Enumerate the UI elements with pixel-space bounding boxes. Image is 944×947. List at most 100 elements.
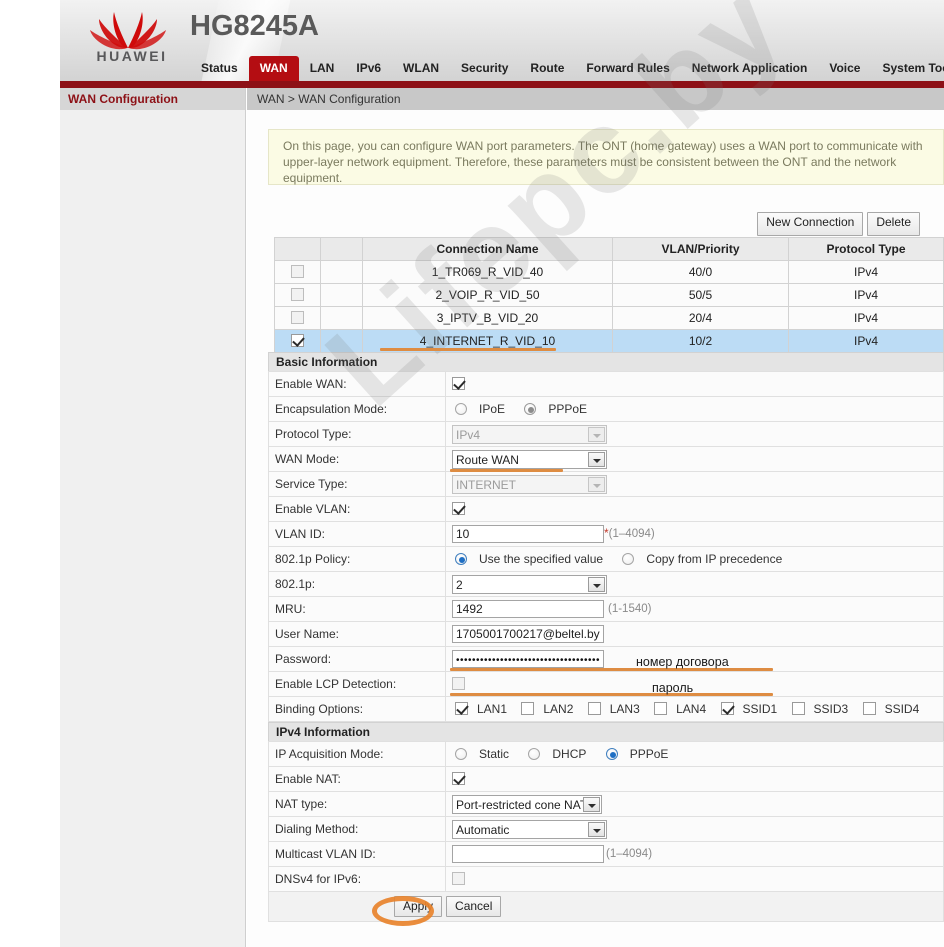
value-vlan-id[interactable]: 10 *(1–4094) — [445, 521, 944, 547]
encapsulation-pppoe-option[interactable]: PPPoE — [521, 402, 596, 416]
lan4-checkbox[interactable] — [654, 702, 668, 715]
cancel-button[interactable]: Cancel — [446, 896, 502, 917]
row-vlan-priority: 50/5 — [612, 283, 789, 307]
binding-option-ssid1[interactable]: SSID1 — [718, 702, 784, 716]
nav-item-forward-rules[interactable]: Forward Rules — [575, 56, 680, 81]
nav-item-security[interactable]: Security — [450, 56, 519, 81]
binding-option-lan4[interactable]: LAN4 — [651, 702, 712, 716]
table-row-selected[interactable]: 4_INTERNET_R_VID_10 10/2 IPv4 — [274, 329, 944, 353]
binding-option-lan1[interactable]: LAN1 — [452, 702, 513, 716]
table-row[interactable]: 2_VOIP_R_VID_50 50/5 IPv4 — [274, 283, 944, 307]
lan1-checkbox[interactable] — [455, 702, 468, 715]
binding-option-ssid3[interactable]: SSID3 — [789, 702, 855, 716]
password-input[interactable]: •••••••••••••••••••••••••••••••••••• — [452, 650, 604, 668]
wan-mode-select[interactable]: Route WAN — [452, 449, 607, 469]
value-enable-nat[interactable] — [445, 766, 944, 792]
table-row[interactable]: 3_IPTV_B_VID_20 20/4 IPv4 — [274, 306, 944, 330]
value-8021p-policy[interactable]: Use the specified value Copy from IP pre… — [445, 546, 944, 572]
binding-option-lan3[interactable]: LAN3 — [585, 702, 646, 716]
sidebar-item-wan-configuration[interactable]: WAN Configuration — [60, 88, 245, 110]
ipoe-radio[interactable] — [455, 403, 467, 415]
connection-table: Connection Name VLAN/Priority Protocol T… — [274, 237, 944, 353]
binding-option-lan2[interactable]: LAN2 — [518, 702, 579, 716]
pppoe-acq-radio[interactable] — [605, 748, 618, 760]
nav-item-status[interactable]: Status — [190, 56, 249, 81]
acquisition-pppoe-option[interactable]: PPPoE — [603, 747, 678, 761]
policy-copy-radio[interactable] — [622, 553, 635, 565]
policy-specified-option[interactable]: Use the specified value — [452, 552, 612, 566]
nat-type-select[interactable]: Port-restricted cone NAT — [452, 794, 602, 814]
value-mru[interactable]: 1492 (1-1540) — [445, 596, 944, 622]
ssid4-checkbox[interactable] — [862, 702, 876, 715]
row-vlan-priority: 40/0 — [612, 260, 789, 284]
encapsulation-ipoe-option[interactable]: IPoE — [452, 402, 514, 416]
binding-option-ssid4[interactable]: SSID4 — [860, 702, 926, 716]
value-enable-wan[interactable] — [445, 371, 944, 397]
lan1-label: LAN1 — [477, 702, 508, 716]
value-username[interactable]: 1705001700217@beltel.by — [445, 621, 944, 647]
nav-item-wan[interactable]: WAN — [248, 56, 299, 81]
chevron-down-icon[interactable] — [583, 796, 600, 812]
chevron-down-icon[interactable] — [588, 451, 605, 467]
dialing-method-value: Automatic — [456, 822, 510, 837]
vlan-id-input[interactable]: 10 — [452, 525, 604, 543]
dialing-method-select[interactable]: Automatic — [452, 819, 607, 839]
label-enable-wan: Enable WAN: — [268, 371, 446, 397]
row-select-checkbox[interactable] — [291, 334, 304, 347]
pppoe-radio[interactable] — [524, 403, 537, 415]
dhcp-radio[interactable] — [528, 748, 541, 760]
acquisition-dhcp-option[interactable]: DHCP — [525, 747, 595, 761]
table-row[interactable]: 1_TR069_R_VID_40 40/0 IPv4 — [274, 260, 944, 284]
row-select-checkbox[interactable] — [291, 265, 304, 278]
row-checkbox-cell[interactable] — [274, 306, 321, 330]
row-checkbox-cell[interactable] — [274, 283, 321, 307]
lcp-detection-checkbox[interactable] — [452, 677, 465, 690]
chevron-down-icon[interactable] — [588, 576, 605, 592]
row-select-checkbox[interactable] — [291, 288, 304, 301]
value-ip-acquisition-mode[interactable]: Static DHCP PPPoE — [445, 741, 944, 767]
username-input[interactable]: 1705001700217@beltel.by — [452, 625, 604, 643]
enable-wan-checkbox[interactable] — [452, 377, 465, 390]
new-connection-button[interactable]: New Connection — [757, 212, 864, 236]
nav-item-ipv6[interactable]: IPv6 — [345, 56, 392, 81]
nav-item-route[interactable]: Route — [519, 56, 575, 81]
nav-item-voice[interactable]: Voice — [818, 56, 871, 81]
ssid1-checkbox[interactable] — [720, 702, 734, 715]
lan2-checkbox[interactable] — [521, 702, 535, 715]
delete-button[interactable]: Delete — [867, 212, 920, 236]
enable-vlan-checkbox[interactable] — [452, 502, 465, 515]
nav-item-wlan[interactable]: WLAN — [392, 56, 450, 81]
row-select-checkbox[interactable] — [291, 311, 304, 324]
wan-mode-value: Route WAN — [456, 452, 519, 467]
value-wan-mode[interactable]: Route WAN — [445, 446, 944, 472]
nav-item-system-tools[interactable]: System Tools — [871, 56, 944, 81]
value-8021p[interactable]: 2 — [445, 571, 944, 597]
column-select — [274, 237, 321, 261]
lan3-checkbox[interactable] — [587, 702, 601, 715]
row-checkbox-cell[interactable] — [274, 329, 321, 353]
row-checkbox-cell[interactable] — [274, 260, 321, 284]
value-nat-type[interactable]: Port-restricted cone NAT — [445, 791, 944, 817]
mru-input[interactable]: 1492 — [452, 600, 604, 618]
ssid3-checkbox[interactable] — [791, 702, 805, 715]
acquisition-static-option[interactable]: Static — [452, 747, 518, 761]
value-binding-options[interactable]: LAN1 LAN2 LAN3 LAN4 SSID1 SSID3 SSID4 — [445, 696, 944, 722]
enable-nat-checkbox[interactable] — [452, 772, 465, 785]
multicast-vlan-id-input[interactable] — [452, 845, 604, 863]
policy-specified-radio[interactable] — [455, 553, 467, 565]
row-spacer-cell — [320, 283, 363, 307]
policy-copy-option[interactable]: Copy from IP precedence — [619, 552, 791, 566]
value-multicast-vlan-id[interactable]: (1–4094) — [445, 841, 944, 867]
value-dnsv4-for-ipv6[interactable] — [445, 866, 944, 892]
nav-item-network-application[interactable]: Network Application — [681, 56, 819, 81]
dnsv4-for-ipv6-checkbox[interactable] — [452, 872, 465, 885]
row-8021p: 802.1p: 2 — [268, 571, 944, 597]
value-dialing-method[interactable]: Automatic — [445, 816, 944, 842]
chevron-down-icon[interactable] — [588, 821, 605, 837]
value-encapsulation-mode[interactable]: IPoE PPPoE — [445, 396, 944, 422]
nav-item-lan[interactable]: LAN — [299, 56, 346, 81]
main-navigation[interactable]: Status WAN LAN IPv6 WLAN Security Route … — [190, 55, 944, 81]
dot1p-select[interactable]: 2 — [452, 574, 607, 594]
value-enable-vlan[interactable] — [445, 496, 944, 522]
static-radio[interactable] — [455, 748, 467, 760]
